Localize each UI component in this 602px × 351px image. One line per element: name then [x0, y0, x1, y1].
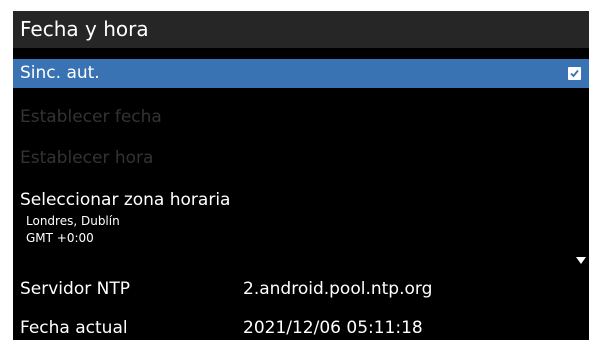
current-date-row: Fecha actual 2021/12/06 05:11:18 [13, 313, 589, 340]
timezone-label: Seleccionar zona horaria [20, 190, 231, 210]
timezone-city: Londres, Dublín [26, 214, 120, 228]
set-date-label: Establecer fecha [20, 107, 162, 127]
current-date-value: 2021/12/06 05:11:18 [243, 318, 423, 338]
ntp-server-row[interactable]: Servidor NTP 2.android.pool.ntp.org [13, 274, 589, 304]
current-date-label: Fecha actual [20, 318, 128, 338]
ntp-server-value: 2.android.pool.ntp.org [243, 279, 433, 299]
timezone-row[interactable]: Seleccionar zona horaria Londres, Dublín… [13, 187, 589, 257]
date-time-settings-panel: Fecha y hora Sinc. aut. Establecer fecha… [13, 11, 589, 340]
set-time-row: Establecer hora [13, 144, 589, 172]
ntp-server-label: Servidor NTP [20, 279, 130, 299]
set-date-row: Establecer fecha [13, 103, 589, 131]
auto-sync-row[interactable]: Sinc. aut. [13, 59, 589, 88]
set-time-label: Establecer hora [20, 148, 154, 168]
auto-sync-label: Sinc. aut. [20, 63, 100, 83]
checkbox-checked-icon[interactable] [568, 67, 581, 80]
scroll-down-arrow-icon[interactable] [576, 257, 586, 264]
page-title: Fecha y hora [13, 11, 589, 48]
timezone-offset: GMT +0:00 [26, 231, 94, 245]
